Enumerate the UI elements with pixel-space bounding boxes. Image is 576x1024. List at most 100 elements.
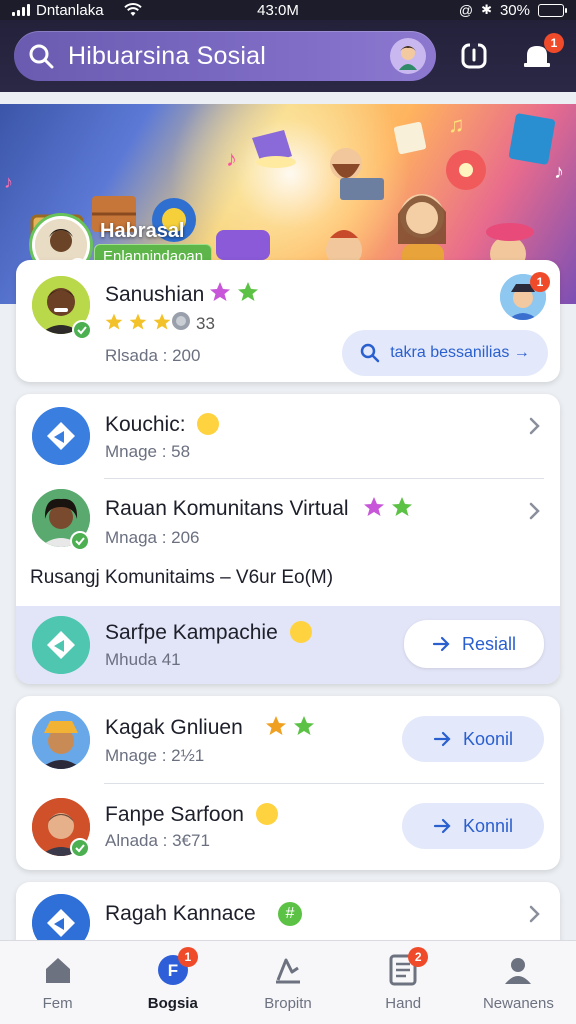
arrow-right-icon — [433, 731, 451, 747]
nav-item-community[interactable]: F 1 Bogsia — [115, 941, 230, 1024]
search-icon — [360, 343, 380, 363]
nav-label: Newanens — [482, 995, 554, 1012]
item-title: Ragah Kannace — [105, 902, 256, 925]
document-icon: 2 — [386, 947, 429, 987]
signal-icon — [12, 4, 30, 16]
svg-text:♪: ♪ — [226, 146, 237, 171]
item-title: Sarfpe Kampachie — [105, 621, 312, 645]
search-icon — [29, 44, 54, 69]
user-avatar-icon — [398, 46, 417, 70]
friend-avatar — [32, 711, 90, 769]
svg-text:♪: ♪ — [554, 161, 564, 183]
search-bar[interactable]: Hibuarsina Sosial — [14, 31, 436, 81]
banner-name: Habrasal — [100, 220, 185, 242]
nav-item-home[interactable]: Fem — [0, 941, 115, 1024]
carrier-label: Dntanlaka — [36, 1, 104, 19]
notifications-button[interactable]: 1 — [513, 31, 564, 81]
purple-star-icon — [364, 497, 384, 516]
connect-button[interactable]: Konnil — [402, 803, 544, 849]
nav-label: Hand — [385, 995, 422, 1012]
at-icon: @ — [458, 2, 474, 18]
orange-star-icon — [266, 716, 286, 735]
rating-star-icon — [105, 313, 123, 330]
item-title: Kouchic: — [105, 413, 220, 437]
chevron-right-icon — [529, 417, 540, 435]
item-sub: Mnage : 2½1 — [105, 746, 205, 765]
nav-item-document[interactable]: 2 Hand — [346, 941, 461, 1024]
item-sub: Mnaga : 206 — [105, 528, 200, 547]
app-header: Hibuarsina Sosial 1 — [0, 20, 576, 92]
user-avatar[interactable] — [389, 38, 426, 74]
explore-icon — [271, 953, 305, 987]
face-emoji-icon — [289, 621, 312, 643]
diamond-arrow-icon — [32, 616, 90, 674]
profile-name: Sanushian — [105, 283, 205, 306]
list-item[interactable]: Rauan Komunitans Virtual Mnaga : 206 — [16, 479, 560, 563]
home-icon — [41, 953, 75, 987]
bottom-nav: Fem F 1 Bogsia Bropitn 2 Hand Newanens — [0, 940, 576, 1024]
profile-icon — [501, 953, 535, 987]
chevron-right-icon — [529, 905, 540, 923]
item-sub: Mnage : 58 — [105, 442, 191, 461]
nav-item-profile[interactable]: Newanens — [461, 941, 576, 1024]
highlighted-list-item[interactable]: Sarfpe Kampachie Mhuda 41 Resiall — [16, 606, 560, 684]
item-sub: Mhuda 41 — [105, 650, 181, 669]
chevron-right-icon — [529, 502, 540, 520]
nav-label: Bropitn — [264, 995, 312, 1012]
search-input[interactable]: Hibuarsina Sosial — [68, 42, 376, 71]
profile-card[interactable]: Sanushian 33 Rlsada : 200 1 takra bessan… — [16, 260, 560, 382]
item-title: Fanpe Sarfoon — [105, 803, 278, 827]
share-icon — [461, 43, 487, 69]
nav-label: Bogsia — [147, 995, 198, 1012]
item-sub: Alnada : 3€71 — [105, 831, 210, 850]
nav-label: Fem — [42, 995, 73, 1012]
share-button[interactable] — [450, 31, 499, 81]
green-star-icon — [238, 282, 258, 301]
green-star-icon — [294, 716, 314, 735]
list-item[interactable]: Fanpe Sarfoon Alnada : 3€71 Konnil — [16, 784, 560, 870]
item-title: Rauan Komunitans Virtual — [105, 497, 349, 520]
battery-icon — [538, 3, 567, 17]
list-item[interactable]: Kouchic: Mnage : 58 — [16, 394, 560, 478]
search-friends-button[interactable]: takra bessanilias → — [342, 330, 548, 376]
list-item[interactable]: Kagak Gnliuen Mnage : 2½1 Koonil — [16, 696, 560, 783]
nav-badge: 2 — [408, 947, 429, 967]
rating-star-icon — [153, 313, 171, 330]
coin-icon — [172, 312, 190, 330]
verified-check-icon — [70, 838, 90, 858]
nav-item-explore[interactable]: Bropitn — [230, 941, 345, 1024]
friends-card: Kagak Gnliuen Mnage : 2½1 Koonil Fanpe S… — [16, 696, 560, 870]
rating-star-icon — [129, 313, 147, 330]
svg-text:♪: ♪ — [4, 172, 13, 192]
groups-card: Kouchic: Mnage : 58 Rauan Komunitans Vir… — [16, 394, 560, 684]
svg-text:♫: ♫ — [448, 112, 465, 137]
community-icon: F 1 — [156, 947, 198, 987]
arrow-right-icon — [433, 818, 451, 834]
nav-badge: 1 — [177, 947, 198, 967]
diamond-arrow-icon — [32, 407, 90, 465]
face-emoji-icon — [255, 803, 278, 825]
battery-percent: 30% — [499, 1, 530, 19]
hashtag-icon: # — [278, 902, 302, 926]
group-avatar — [32, 616, 90, 674]
connect-button[interactable]: Koonil — [402, 716, 544, 762]
group-avatar — [32, 407, 90, 465]
notification-badge: 1 — [544, 33, 564, 53]
arrow-right-icon — [432, 636, 450, 652]
verified-check-icon — [70, 531, 90, 551]
search-friends-label: takra bessanilias → — [390, 344, 530, 361]
resiall-button[interactable]: Resiall — [404, 620, 544, 668]
section-label: Rusangj Komunitaims – V6ur Eo(M) — [30, 567, 334, 588]
item-title: Kagak Gnliuen — [105, 716, 243, 739]
purple-star-icon — [210, 282, 230, 301]
bluetooth-icon: ✱ — [481, 2, 492, 17]
green-star-icon — [392, 497, 412, 516]
status-bar: Dntanlaka 43:0M @ ✱ 30% — [0, 0, 576, 20]
connect-label: Koonil — [462, 728, 514, 749]
resiall-label: Resiall — [461, 633, 517, 654]
status-time: 43:0M — [257, 1, 299, 19]
wifi-icon — [123, 3, 142, 16]
coin-value: 33 — [196, 314, 215, 333]
connect-label: Konnil — [462, 815, 514, 836]
rating-stars — [104, 312, 172, 332]
